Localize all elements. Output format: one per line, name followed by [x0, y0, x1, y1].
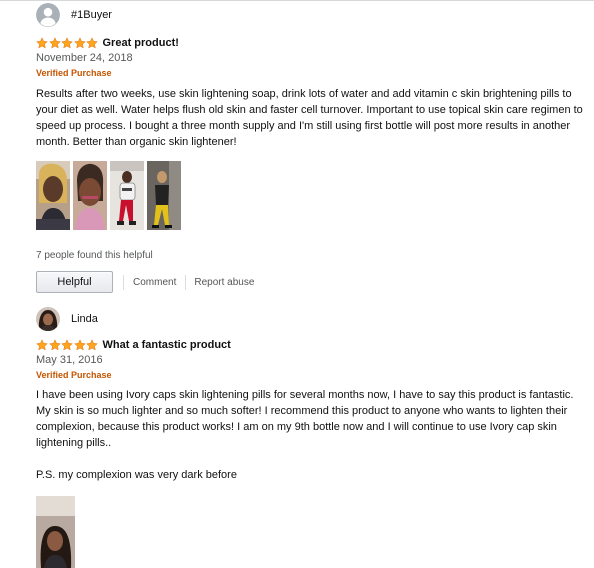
- review-card: Linda What a fantastic product May 31, 2…: [36, 305, 584, 568]
- review-images: [36, 161, 584, 230]
- review-paragraph: Results after two weeks, use skin lighte…: [36, 88, 583, 148]
- star-rating[interactable]: [36, 339, 99, 351]
- review-image-thumbnail[interactable]: [73, 161, 107, 230]
- rating-row: What a fantastic product: [36, 338, 584, 352]
- default-user-icon: [36, 3, 60, 27]
- star-icon: [61, 37, 73, 49]
- reviewer-name: Linda: [71, 313, 98, 325]
- divider: [185, 274, 187, 290]
- star-rating[interactable]: [36, 37, 99, 49]
- review-body: Results after two weeks, use skin lighte…: [36, 86, 584, 150]
- comment-link[interactable]: Comment: [133, 277, 176, 288]
- star-icon: [86, 37, 98, 49]
- verified-purchase-badge: Verified Purchase: [36, 370, 112, 380]
- reviewer-name: #1Buyer: [71, 9, 112, 21]
- star-icon: [36, 339, 48, 351]
- review-image-thumbnail[interactable]: [147, 161, 181, 230]
- review-images: [36, 496, 584, 568]
- verified-purchase-badge: Verified Purchase: [36, 68, 112, 78]
- review-image-thumbnail[interactable]: [110, 161, 144, 230]
- rating-row: Great product!: [36, 36, 584, 50]
- review-card: #1Buyer Great product! November 24, 2018…: [36, 0, 584, 293]
- review-title[interactable]: Great product!: [103, 37, 179, 49]
- review-date: November 24, 2018: [36, 52, 133, 64]
- star-icon: [48, 339, 61, 351]
- review-image-thumbnail[interactable]: [36, 496, 75, 568]
- review-title[interactable]: What a fantastic product: [103, 339, 231, 351]
- star-icon: [73, 37, 86, 49]
- star-icon: [73, 339, 86, 351]
- star-icon: [86, 339, 98, 351]
- report-abuse-link[interactable]: Report abuse: [194, 277, 254, 288]
- review-body: I have been using Ivory caps skin lighte…: [36, 387, 584, 483]
- user-photo: [36, 307, 60, 331]
- star-icon: [36, 37, 48, 49]
- reviewer-profile[interactable]: Linda: [36, 305, 584, 333]
- star-icon: [61, 339, 73, 351]
- helpful-count: 7 people found this helpful: [36, 250, 153, 261]
- helpful-button[interactable]: Helpful: [36, 271, 113, 293]
- review-paragraph: P.S. my complexion was very dark before: [36, 469, 237, 481]
- star-icon: [48, 37, 61, 49]
- review-paragraph: I have been using Ivory caps skin lighte…: [36, 389, 574, 449]
- divider: [123, 274, 124, 290]
- review-image-thumbnail[interactable]: [36, 161, 70, 230]
- reviewer-profile[interactable]: #1Buyer: [36, 1, 584, 29]
- review-date: May 31, 2016: [36, 354, 103, 366]
- review-actions: Helpful Comment Report abuse: [36, 271, 584, 293]
